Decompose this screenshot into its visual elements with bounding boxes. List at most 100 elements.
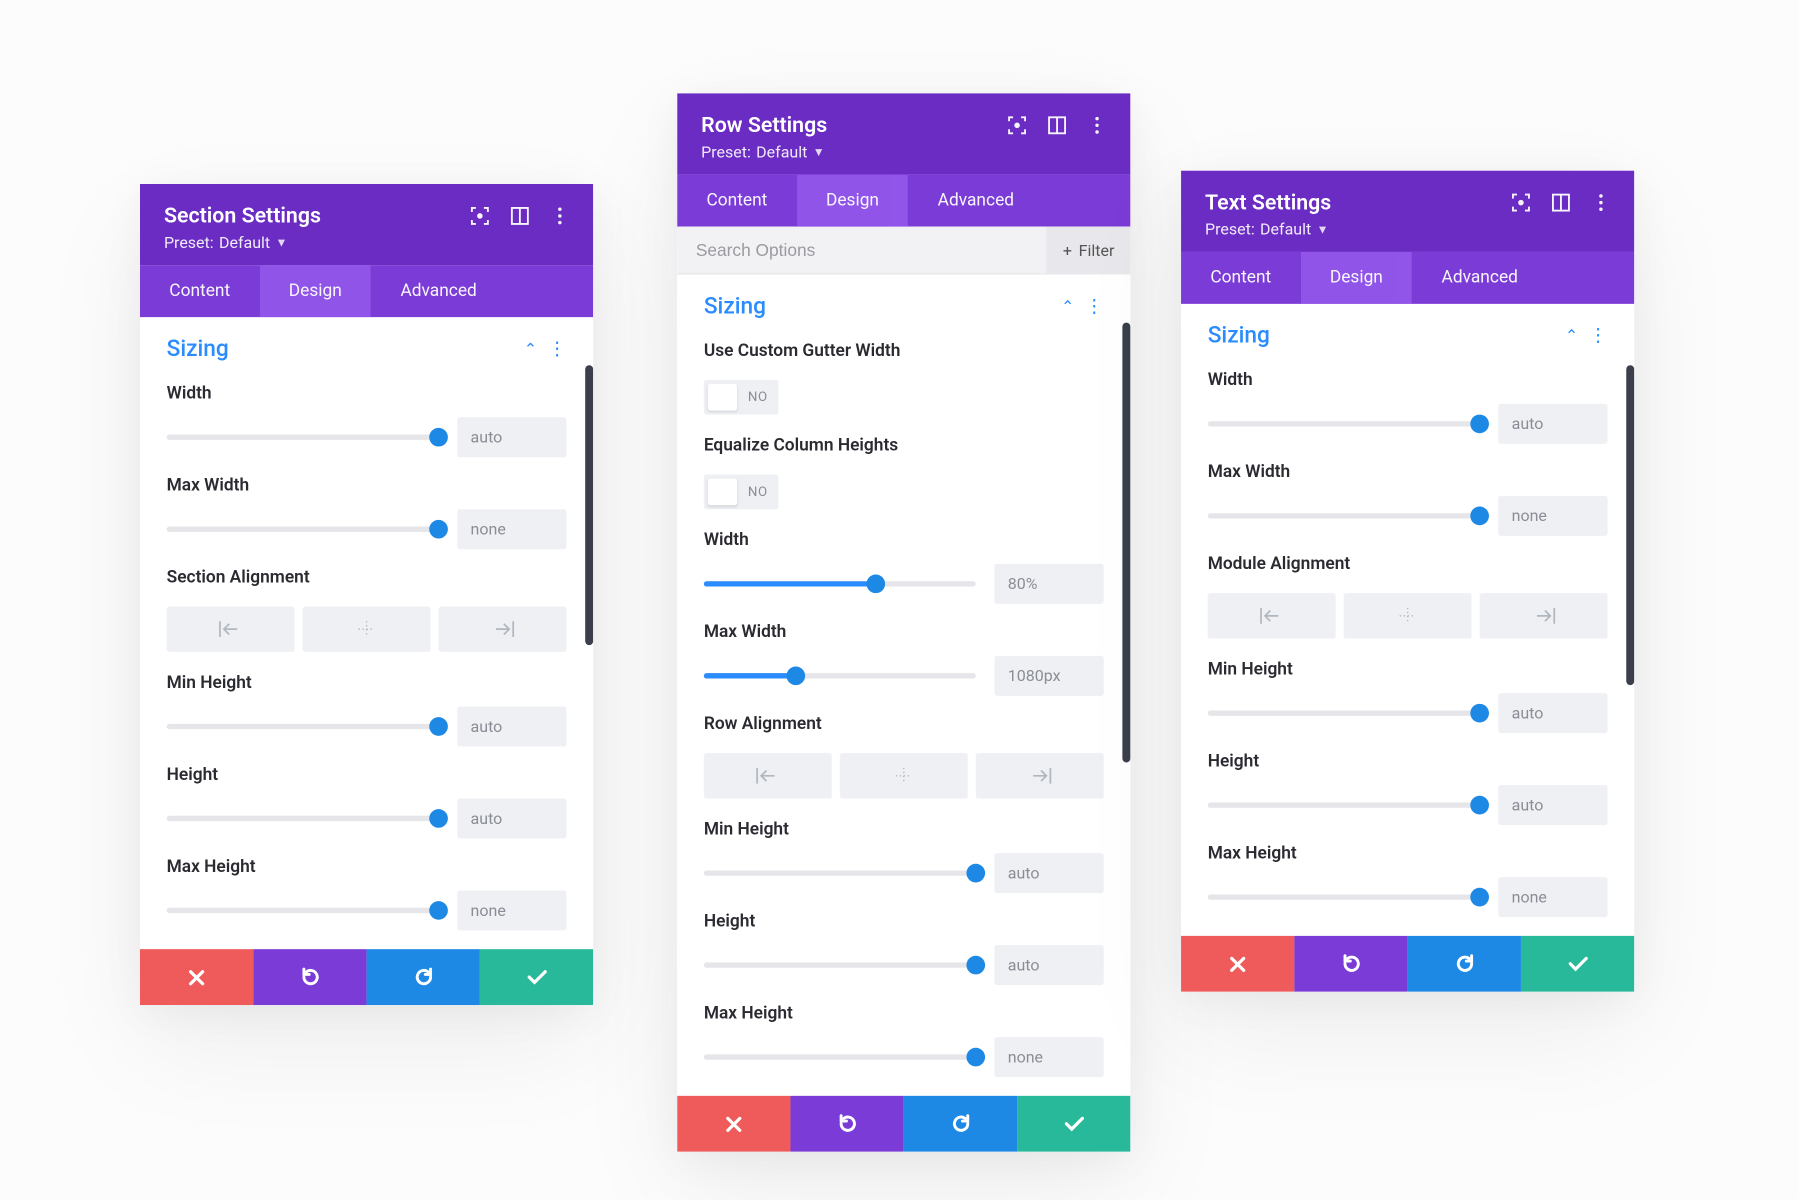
focus-icon[interactable] (1512, 193, 1531, 212)
collapse-icon[interactable]: ⌃ (1565, 327, 1578, 346)
collapse-icon[interactable]: ⌃ (524, 340, 537, 359)
max-height-slider[interactable] (167, 908, 439, 913)
scrollbar[interactable] (1122, 323, 1130, 763)
panel-title: Section Settings (164, 203, 321, 228)
kebab-menu-icon[interactable] (1592, 193, 1611, 212)
align-left-button[interactable] (1208, 593, 1336, 638)
max-width-slider[interactable] (704, 673, 976, 678)
close-button[interactable] (677, 1096, 790, 1152)
group-kebab-icon[interactable]: ⋮ (548, 340, 567, 359)
max-height-value[interactable]: none (994, 1037, 1103, 1077)
equalize-toggle[interactable]: NO (704, 475, 779, 510)
height-value[interactable]: auto (1498, 785, 1607, 825)
height-value[interactable]: auto (457, 798, 566, 838)
align-left-button[interactable] (167, 607, 295, 652)
group-kebab-icon[interactable]: ⋮ (1589, 327, 1608, 346)
height-slider[interactable] (704, 962, 976, 967)
max-height-label: Max Height (704, 1004, 1104, 1024)
width-slider[interactable] (167, 435, 439, 440)
tab-content[interactable]: Content (140, 265, 259, 317)
undo-button[interactable] (1294, 936, 1407, 992)
scrollbar[interactable] (1626, 365, 1634, 685)
undo-button[interactable] (790, 1096, 903, 1152)
min-height-slider[interactable] (1208, 710, 1480, 715)
redo-button[interactable] (367, 949, 480, 1005)
max-height-value[interactable]: none (1498, 877, 1607, 917)
max-height-slider[interactable] (1208, 894, 1480, 899)
columns-icon[interactable] (1552, 193, 1571, 212)
caret-down-icon: ▼ (813, 145, 825, 160)
tab-design[interactable]: Design (1301, 252, 1413, 304)
preset-dropdown[interactable]: Preset: Default ▼ (164, 233, 569, 252)
tab-content[interactable]: Content (1181, 252, 1300, 304)
align-center-button[interactable] (303, 607, 431, 652)
panel-title: Text Settings (1205, 189, 1331, 214)
max-width-slider[interactable] (167, 527, 439, 532)
align-right-button[interactable] (439, 607, 567, 652)
focus-icon[interactable] (1008, 115, 1027, 134)
height-slider[interactable] (1208, 802, 1480, 807)
max-width-value[interactable]: 1080px (994, 656, 1103, 696)
redo-button[interactable] (904, 1096, 1017, 1152)
panel-header: Section Settings Preset: Default ▼ (140, 184, 593, 265)
width-slider[interactable] (1208, 421, 1480, 426)
min-height-slider[interactable] (704, 870, 976, 875)
width-value[interactable]: auto (457, 417, 566, 457)
filter-button[interactable]: + Filter (1047, 227, 1130, 274)
width-value[interactable]: 80% (994, 564, 1103, 604)
preset-dropdown[interactable]: Preset: Default ▼ (1205, 220, 1610, 239)
kebab-menu-icon[interactable] (551, 206, 570, 225)
align-left-button[interactable] (704, 753, 832, 798)
align-center-button[interactable] (1344, 593, 1472, 638)
min-height-slider[interactable] (167, 724, 439, 729)
min-height-value[interactable]: auto (457, 706, 566, 746)
min-height-label: Min Height (167, 673, 567, 693)
group-sizing-heading[interactable]: Sizing (704, 293, 766, 320)
min-height-value[interactable]: auto (1498, 693, 1607, 733)
group-sizing-heading[interactable]: Sizing (1208, 323, 1270, 350)
height-slider[interactable] (167, 816, 439, 821)
tab-advanced[interactable]: Advanced (371, 265, 506, 317)
kebab-menu-icon[interactable] (1088, 115, 1107, 134)
group-sizing-heading[interactable]: Sizing (167, 336, 229, 363)
scrollbar[interactable] (585, 365, 593, 645)
tab-advanced[interactable]: Advanced (908, 175, 1043, 227)
tab-advanced[interactable]: Advanced (1412, 252, 1547, 304)
collapse-icon[interactable]: ⌃ (1061, 297, 1074, 316)
save-button[interactable] (480, 949, 593, 1005)
columns-icon[interactable] (1048, 115, 1067, 134)
tab-design[interactable]: Design (797, 175, 909, 227)
row-settings-panel: Row Settings Preset: Default ▼ Content D… (677, 93, 1130, 1151)
align-center-button[interactable] (840, 753, 968, 798)
align-right-button[interactable] (976, 753, 1104, 798)
max-height-value[interactable]: none (457, 890, 566, 930)
height-value[interactable]: auto (994, 945, 1103, 985)
align-right-button[interactable] (1480, 593, 1608, 638)
panel-body: Sizing ⌃ ⋮ Use Custom Gutter Width NO Eq… (677, 275, 1130, 1096)
close-button[interactable] (1181, 936, 1294, 992)
max-width-value[interactable]: none (457, 509, 566, 549)
tab-content[interactable]: Content (677, 175, 796, 227)
max-height-slider[interactable] (704, 1054, 976, 1059)
close-button[interactable] (140, 949, 253, 1005)
section-alignment-label: Section Alignment (167, 568, 567, 588)
group-kebab-icon[interactable]: ⋮ (1085, 297, 1104, 316)
redo-button[interactable] (1408, 936, 1521, 992)
tab-design[interactable]: Design (259, 265, 371, 317)
width-value[interactable]: auto (1498, 404, 1607, 444)
columns-icon[interactable] (511, 206, 530, 225)
preset-dropdown[interactable]: Preset: Default ▼ (701, 143, 1106, 162)
save-button[interactable] (1521, 936, 1634, 992)
gutter-toggle[interactable]: NO (704, 380, 779, 415)
height-label: Height (167, 765, 567, 785)
caret-down-icon: ▼ (1317, 222, 1329, 237)
undo-button[interactable] (253, 949, 366, 1005)
width-slider[interactable] (704, 581, 976, 586)
max-width-slider[interactable] (1208, 513, 1480, 518)
height-label: Height (704, 912, 1104, 932)
max-width-value[interactable]: none (1498, 496, 1607, 536)
search-input[interactable] (677, 227, 1047, 274)
focus-icon[interactable] (471, 206, 490, 225)
min-height-value[interactable]: auto (994, 853, 1103, 893)
save-button[interactable] (1017, 1096, 1130, 1152)
